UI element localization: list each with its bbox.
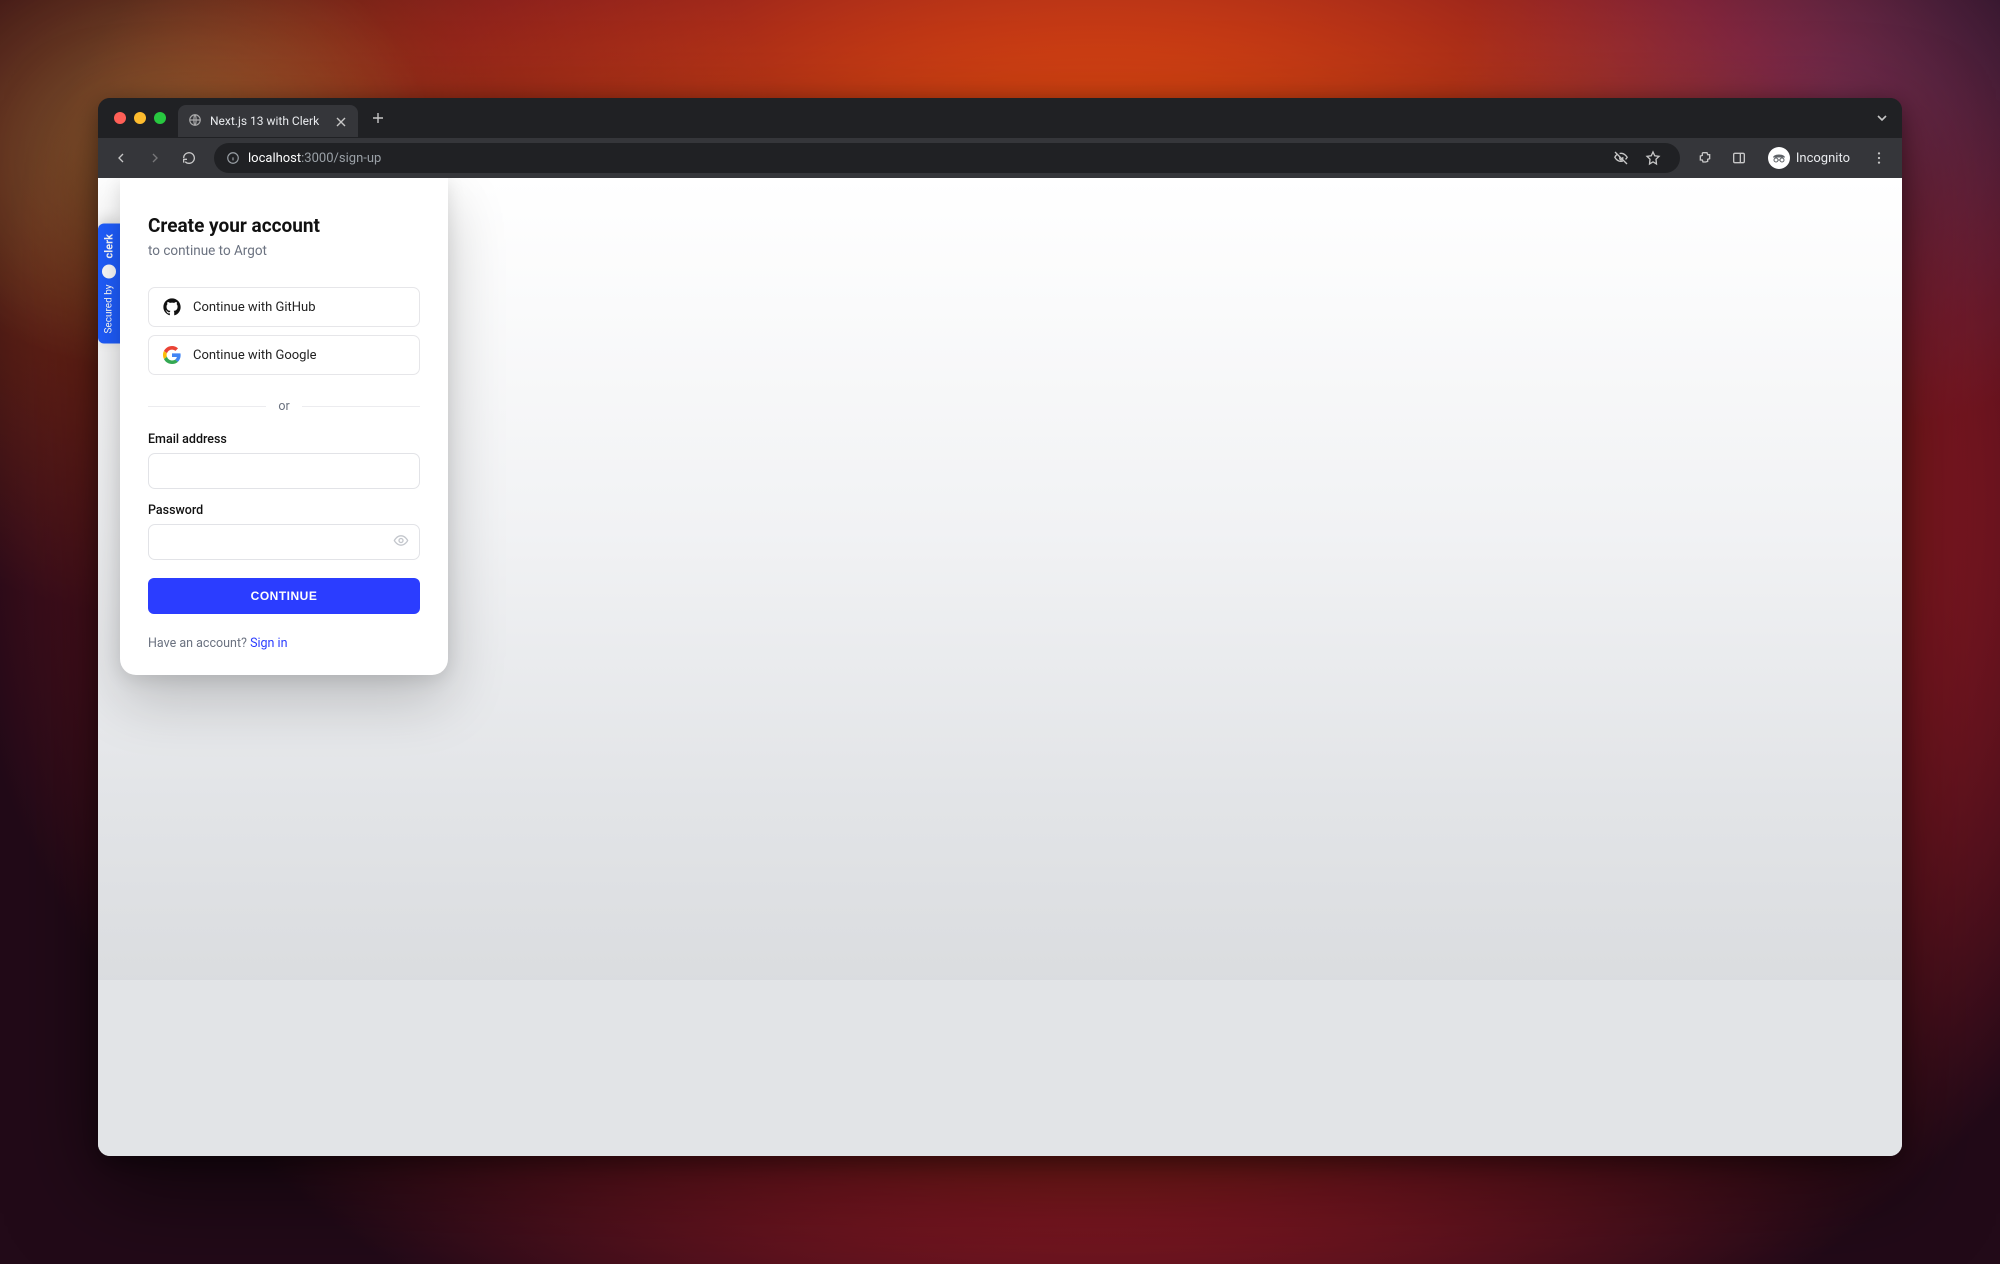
tabs-menu-button[interactable] — [1870, 98, 1894, 138]
continue-button-label: CONTINUE — [251, 589, 318, 603]
github-icon — [163, 298, 181, 316]
signup-card: Create your account to continue to Argot… — [120, 178, 448, 675]
password-input[interactable] — [148, 524, 420, 560]
window-traffic-lights — [114, 112, 166, 124]
password-label: Password — [148, 503, 420, 518]
email-field-group: Email address — [148, 432, 420, 489]
email-input[interactable] — [148, 453, 420, 489]
tab-close-button[interactable] — [334, 110, 348, 133]
url-rest: :3000/sign-up — [301, 151, 381, 166]
page-footer-band — [98, 980, 1902, 1156]
eye-off-icon[interactable] — [1606, 143, 1636, 173]
signin-footnote: Have an account? Sign in — [148, 636, 420, 651]
nav-forward-button[interactable] — [140, 143, 170, 173]
extensions-button[interactable] — [1690, 143, 1720, 173]
secured-by-clerk-badge[interactable]: Secured by clerk — [98, 224, 120, 344]
card-title: Create your account — [148, 214, 420, 237]
google-button-label: Continue with Google — [193, 348, 317, 363]
oauth-section: Continue with GitHub Continue with Googl… — [148, 287, 420, 375]
continue-with-google-button[interactable]: Continue with Google — [148, 335, 420, 375]
incognito-badge[interactable]: Incognito — [1758, 143, 1860, 173]
eye-icon — [393, 533, 409, 549]
password-field-group — [148, 524, 420, 560]
nav-reload-button[interactable] — [174, 143, 204, 173]
new-tab-button[interactable] — [366, 103, 390, 134]
browser-menu-button[interactable] — [1864, 143, 1894, 173]
sidepanel-button[interactable] — [1724, 143, 1754, 173]
email-label: Email address — [148, 432, 420, 447]
tab-strip: Next.js 13 with Clerk — [98, 98, 1902, 138]
window-maximize-button[interactable] — [154, 112, 166, 124]
divider: or — [148, 399, 420, 414]
window-minimize-button[interactable] — [134, 112, 146, 124]
nav-back-button[interactable] — [106, 143, 136, 173]
page-viewport: Secured by clerk Create your account to … — [98, 178, 1902, 1156]
browser-toolbar: localhost:3000/sign-up Incognito — [98, 138, 1902, 178]
secured-by-text: Secured by — [104, 285, 115, 334]
tab-title: Next.js 13 with Clerk — [210, 114, 326, 128]
have-account-text: Have an account? — [148, 636, 247, 651]
google-icon — [163, 346, 181, 364]
globe-icon — [188, 112, 202, 131]
clerk-logo-icon — [102, 265, 116, 279]
divider-text: or — [278, 399, 289, 414]
incognito-icon — [1768, 147, 1790, 169]
incognito-label: Incognito — [1796, 151, 1850, 166]
bookmark-star-icon[interactable] — [1638, 143, 1668, 173]
toggle-password-visibility-button[interactable] — [390, 530, 412, 555]
browser-window: Next.js 13 with Clerk localhost:3 — [98, 98, 1902, 1156]
sign-in-link[interactable]: Sign in — [250, 636, 287, 651]
browser-tab[interactable]: Next.js 13 with Clerk — [178, 105, 358, 137]
address-bar[interactable]: localhost:3000/sign-up — [214, 143, 1680, 173]
continue-with-github-button[interactable]: Continue with GitHub — [148, 287, 420, 327]
url-host: localhost — [248, 151, 301, 166]
window-close-button[interactable] — [114, 112, 126, 124]
clerk-brand-text: clerk — [103, 234, 116, 259]
card-subtitle: to continue to Argot — [148, 243, 420, 259]
github-button-label: Continue with GitHub — [193, 300, 316, 315]
url-text: localhost:3000/sign-up — [248, 151, 381, 166]
site-info-icon[interactable] — [226, 151, 240, 165]
continue-button[interactable]: CONTINUE — [148, 578, 420, 614]
